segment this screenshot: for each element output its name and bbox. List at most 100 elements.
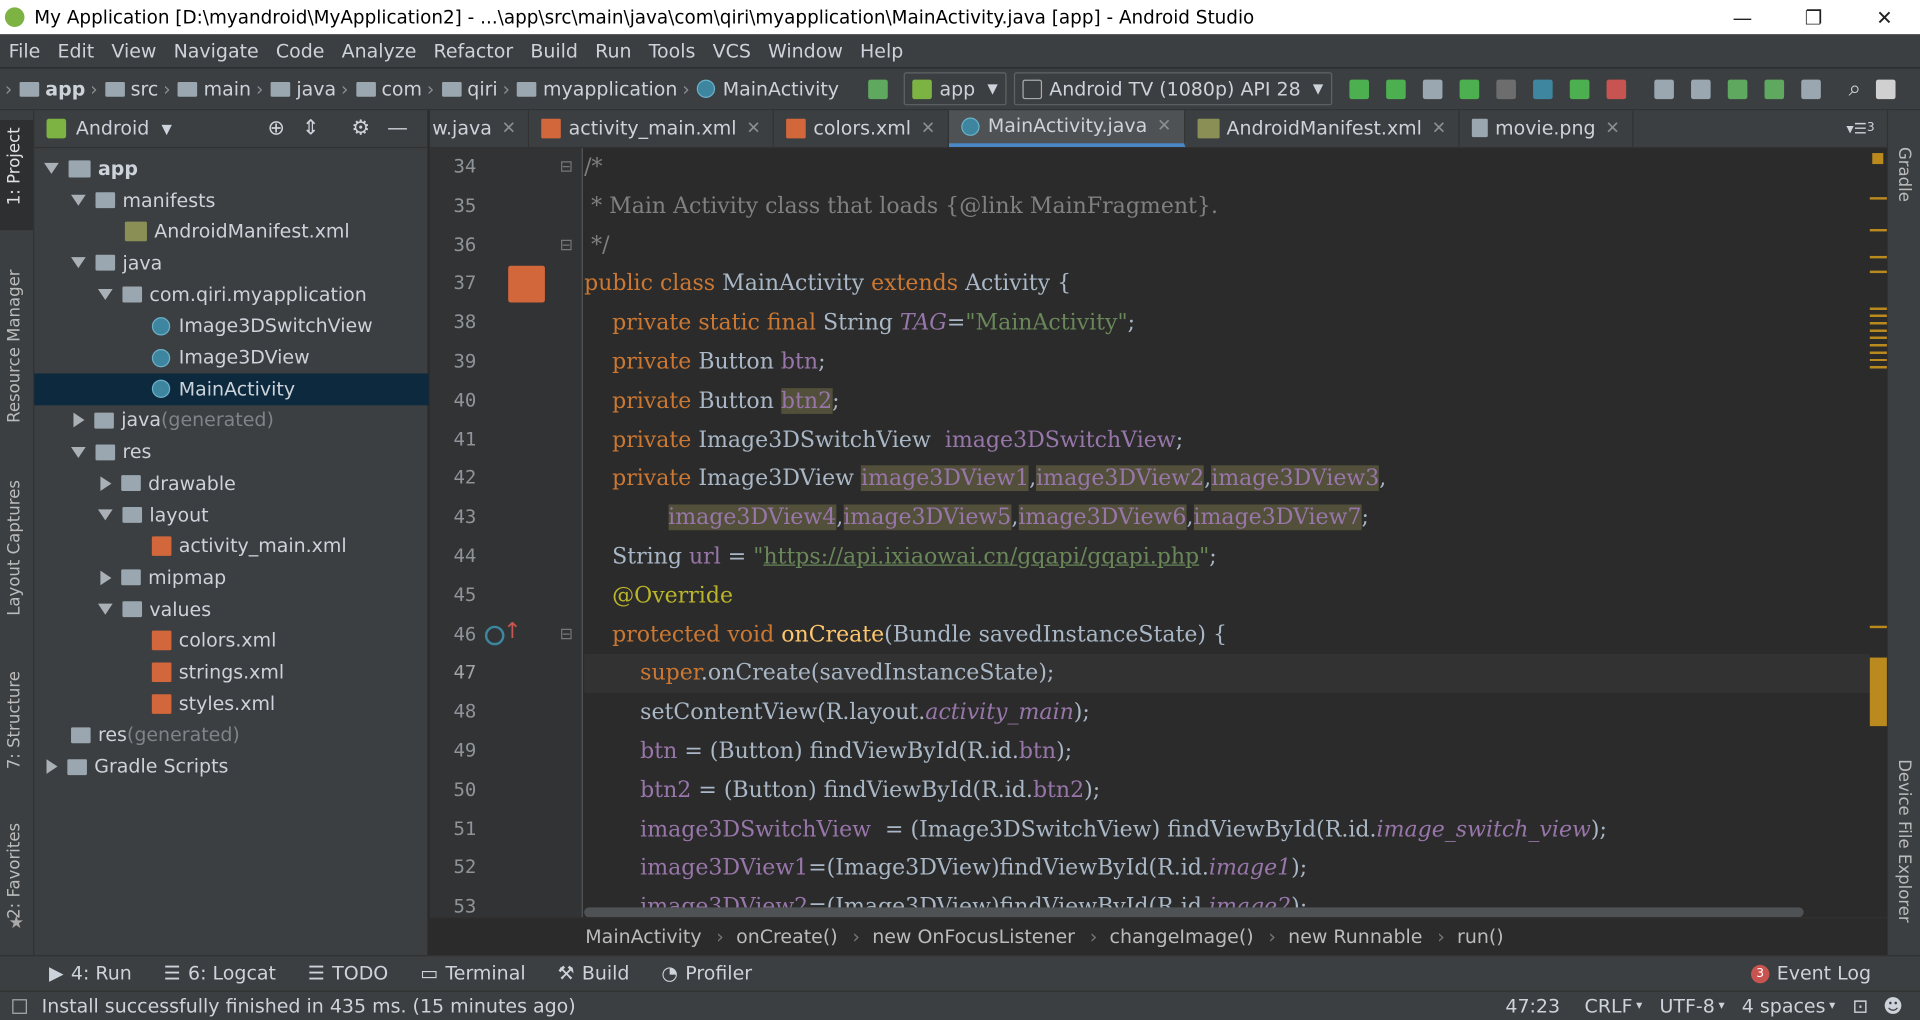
expanded-arrow-icon[interactable]	[71, 446, 86, 458]
scroll-thumb[interactable]	[1869, 657, 1887, 727]
menu-navigate[interactable]: Navigate	[165, 40, 267, 62]
breadcrumb-item[interactable]: qiri	[467, 78, 497, 100]
profiler-tool-button[interactable]: ◔ Profiler	[661, 962, 752, 984]
collapsed-arrow-icon[interactable]	[73, 413, 85, 428]
code-line[interactable]: image3DView4,image3DView5,image3DView6,i…	[584, 499, 1369, 538]
code-crumb[interactable]: MainActivity	[585, 926, 701, 948]
debug-attach-icon[interactable]	[1569, 78, 1589, 99]
tree-item[interactable]: styles.xml	[34, 688, 428, 719]
logcat-tool-button[interactable]: ☰ 6: Logcat	[164, 962, 276, 984]
code-line[interactable]: private Image3DView image3DView1,image3D…	[584, 460, 1386, 499]
code-line[interactable]: * Main Activity class that loads {@link …	[584, 187, 1218, 226]
code-line[interactable]: setContentView(R.layout.activity_main);	[584, 693, 1090, 732]
gradle-tool-tab[interactable]: Gradle	[1894, 147, 1914, 202]
project-tool-tab[interactable]: 1: Project	[5, 127, 25, 205]
toggle-tool-windows-icon[interactable]	[12, 998, 27, 1014]
tabs-overflow-menu[interactable]: ▾☰ 3	[1846, 110, 1887, 147]
code-line[interactable]: protected void onCreate(Bundle savedInst…	[584, 615, 1227, 654]
code-line[interactable]: image3DSwitchView = (Image3DSwitchView) …	[584, 810, 1607, 849]
list-icon[interactable]	[1422, 78, 1443, 99]
line-separator[interactable]: CRLF	[1585, 995, 1633, 1017]
expanded-arrow-icon[interactable]	[71, 257, 86, 269]
hammer-icon[interactable]	[868, 78, 889, 99]
fold-icon[interactable]: ⊟	[560, 626, 573, 644]
apply-changes-icon[interactable]	[1348, 78, 1369, 99]
menu-code[interactable]: Code	[267, 40, 333, 62]
menu-refactor[interactable]: Refactor	[425, 40, 522, 62]
breadcrumb-item[interactable]: main	[204, 78, 251, 100]
code-editor[interactable]: /* * Main Activity class that loads {@li…	[584, 148, 1870, 918]
search-icon[interactable]: ⌕	[1849, 76, 1861, 102]
tree-item[interactable]: values	[34, 594, 428, 625]
horizontal-scrollbar[interactable]	[584, 907, 1804, 918]
tree-item[interactable]: manifests	[34, 185, 428, 216]
locate-file-icon[interactable]: ⊕	[267, 116, 284, 140]
fold-icon[interactable]: ⊟	[560, 236, 573, 254]
stop-icon[interactable]	[1606, 78, 1626, 99]
collapsed-arrow-icon[interactable]	[100, 476, 112, 491]
tree-item[interactable]: MainActivity	[34, 373, 429, 405]
lock-icon[interactable]: ⊡	[1852, 995, 1868, 1017]
menu-build[interactable]: Build	[522, 40, 587, 62]
menu-analyze[interactable]: Analyze	[333, 40, 425, 62]
tab-truncated-java[interactable]: w.java ✕	[430, 110, 530, 147]
tree-item[interactable]: res (generated)	[34, 720, 428, 751]
menu-file[interactable]: File	[0, 40, 49, 62]
apply-code-changes-icon[interactable]	[1385, 78, 1406, 99]
expanded-arrow-icon[interactable]	[97, 509, 113, 521]
expanded-arrow-icon[interactable]	[97, 603, 113, 615]
favorites-tool-tab[interactable]: 2: Favorites	[5, 823, 25, 919]
menu-edit[interactable]: Edit	[49, 40, 103, 62]
tree-item[interactable]: com.qiri.myapplication	[34, 279, 428, 310]
tree-item[interactable]: res	[34, 436, 428, 467]
tab-mainactivity-java[interactable]: MainActivity.java ✕	[948, 110, 1185, 147]
minimize-button[interactable]: —	[1707, 0, 1778, 34]
code-line[interactable]: super.onCreate(savedInstanceState);	[584, 654, 1870, 694]
close-icon[interactable]: ✕	[1432, 118, 1446, 138]
breadcrumb-item[interactable]: app	[45, 78, 85, 100]
tree-item[interactable]: Image3DSwitchView	[34, 310, 428, 341]
code-line[interactable]: private static final String TAG="MainAct…	[584, 304, 1135, 343]
inspector-icon[interactable]: ☻	[1883, 995, 1903, 1017]
code-line[interactable]: btn = (Button) findViewById(R.id.btn);	[584, 732, 1072, 771]
code-crumb[interactable]: new Runnable	[1288, 926, 1422, 948]
tree-item[interactable]: strings.xml	[34, 657, 428, 688]
tree-item[interactable]: mipmap	[34, 562, 428, 593]
caret-position[interactable]: 47:23	[1505, 995, 1560, 1017]
collapsed-arrow-icon[interactable]	[46, 759, 58, 775]
tab-colors-xml[interactable]: colors.xml ✕	[774, 110, 949, 147]
code-line[interactable]: btn2 = (Button) findViewById(R.id.btn2);	[584, 771, 1100, 810]
collapsed-arrow-icon[interactable]	[100, 570, 112, 586]
tree-item[interactable]: Gradle Scripts	[34, 751, 428, 782]
code-line[interactable]: public class MainActivity extends Activi…	[584, 265, 1071, 304]
breadcrumb-item[interactable]: myapplication	[543, 78, 677, 100]
hide-panel-icon[interactable]: —	[387, 116, 408, 140]
structure-tool-tab[interactable]: 7: Structure	[5, 671, 25, 769]
tree-item[interactable]: java (generated)	[34, 405, 428, 436]
sdk-manager-icon[interactable]	[1727, 78, 1747, 99]
code-line[interactable]: String url = "https://api.ixiaowai.cn/gq…	[584, 538, 1217, 577]
tree-item[interactable]: layout	[34, 499, 428, 530]
class-marker-icon[interactable]	[508, 265, 545, 303]
collapse-all-icon[interactable]: ⇕	[302, 116, 319, 140]
tree-item[interactable]: java	[34, 247, 428, 278]
tree-item[interactable]: colors.xml	[34, 625, 428, 656]
run-config-select[interactable]: app ▼	[903, 72, 1007, 106]
chevron-down-icon[interactable]: ▼	[162, 121, 172, 137]
account-icon[interactable]	[1875, 78, 1896, 99]
code-line[interactable]: image3DView1=(Image3DView)findViewById(R…	[584, 849, 1307, 888]
breadcrumb-item[interactable]: java	[296, 78, 336, 100]
menu-run[interactable]: Run	[587, 40, 641, 62]
indent-setting[interactable]: 4 spaces	[1742, 995, 1826, 1017]
todo-tool-button[interactable]: ☰ TODO	[308, 962, 388, 984]
sync-project-icon[interactable]	[1653, 78, 1674, 99]
close-icon[interactable]: ✕	[502, 118, 516, 138]
close-icon[interactable]: ✕	[1605, 118, 1619, 138]
view-mode-select[interactable]: Android	[76, 118, 149, 140]
attach-debugger-icon[interactable]	[1495, 78, 1516, 99]
avd-manager-icon[interactable]	[1690, 78, 1711, 99]
breadcrumb-item[interactable]: src	[131, 78, 159, 100]
close-icon[interactable]: ✕	[746, 118, 760, 138]
tree-item[interactable]: Image3DView	[34, 342, 428, 373]
tab-androidmanifest-xml[interactable]: AndroidManifest.xml ✕	[1185, 110, 1460, 147]
